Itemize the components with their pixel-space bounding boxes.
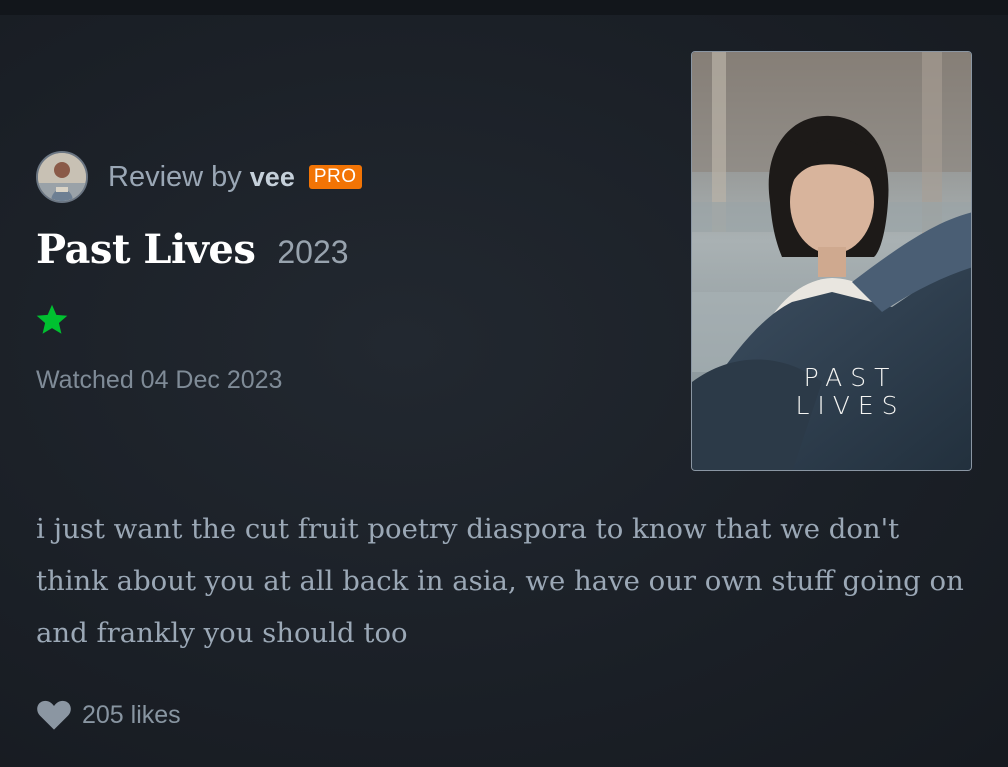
likes: 205 likes xyxy=(36,697,181,733)
film-year-link[interactable]: 2023 xyxy=(277,234,348,271)
star-icon xyxy=(36,304,68,334)
watched-date: Watched 04 Dec 2023 xyxy=(36,366,283,394)
heart-icon[interactable] xyxy=(36,699,72,731)
title-row: Past Lives 2023 xyxy=(36,226,349,273)
pro-badge: PRO xyxy=(308,165,362,189)
username-link[interactable]: vee xyxy=(250,162,295,193)
review-header: Review by vee PRO xyxy=(36,150,362,204)
review-body: i just want the cut fruit poetry diaspor… xyxy=(36,513,964,649)
top-bar xyxy=(0,0,1008,15)
film-poster[interactable]: PAST LIVES xyxy=(691,51,972,471)
avatar[interactable] xyxy=(36,151,88,203)
review-by-label: Review by xyxy=(108,160,242,193)
likes-count[interactable]: 205 likes xyxy=(82,701,181,730)
film-title-link[interactable]: Past Lives xyxy=(36,226,256,273)
poster-title: PAST LIVES xyxy=(795,363,906,420)
